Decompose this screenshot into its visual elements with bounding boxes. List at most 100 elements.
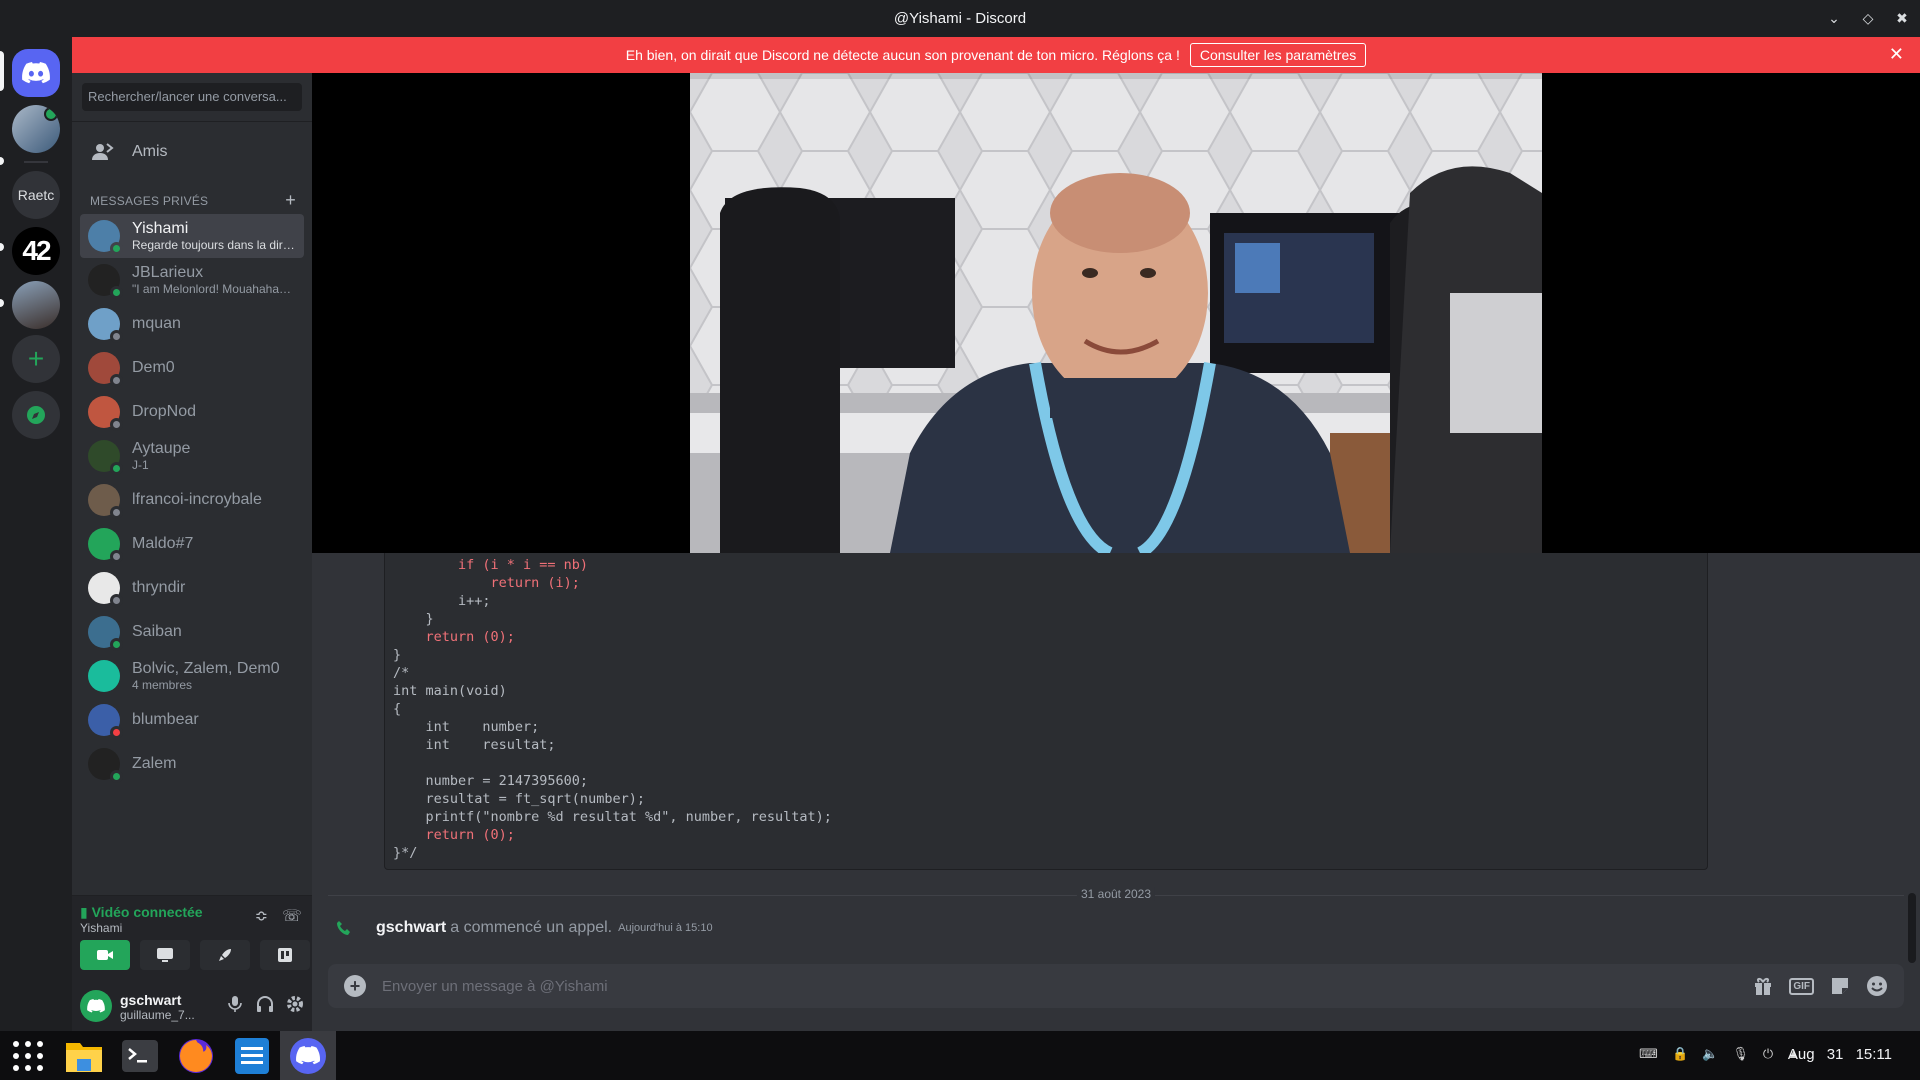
volume-icon[interactable]: 🔈 [1702, 1046, 1718, 1062]
friends-nav-item[interactable]: Amis [80, 131, 304, 173]
dm-name: Dem0 [132, 359, 175, 376]
taskbar-clock[interactable]: Aug 31 15:11 [1788, 1046, 1892, 1063]
new-dm-plus-icon[interactable]: + [285, 190, 296, 211]
friends-label: Amis [132, 143, 168, 160]
dm-item[interactable]: thryndir [80, 566, 304, 610]
notes-app-icon[interactable] [224, 1031, 280, 1080]
firefox-icon[interactable] [168, 1031, 224, 1080]
dm-status-text: 4 membres [132, 678, 193, 692]
gift-icon[interactable] [1753, 976, 1773, 996]
gif-button[interactable]: GIF [1789, 977, 1814, 995]
lock-icon[interactable]: 🔒 [1672, 1046, 1688, 1062]
message-input[interactable]: Envoyer un message à @Yishami [382, 978, 1753, 995]
discord-taskbar-icon[interactable] [280, 1031, 336, 1080]
status-indicator [110, 506, 123, 519]
dm-item[interactable]: JBLarieux "I am Melonlord! Mouahahaha... [80, 258, 304, 302]
dm-avatar [88, 264, 123, 299]
terminal-icon[interactable] [112, 1031, 168, 1080]
noise-suppression-icon[interactable]: ≎ [255, 906, 268, 926]
code-line: { [393, 701, 402, 717]
dm-item[interactable]: Saiban [80, 610, 304, 654]
dm-item[interactable]: DropNod [80, 390, 304, 434]
dm-status-text: J-1 [132, 458, 149, 472]
dm-name: lfrancoi-incroybale [132, 491, 262, 508]
banner-close-icon[interactable]: ✕ [1889, 44, 1904, 65]
composer-tools: GIF [1753, 975, 1888, 997]
dm-list: Yishami Regarde toujours dans la dire... J… [80, 214, 312, 786]
video-call-area[interactable] [312, 73, 1920, 553]
dm-item[interactable]: lfrancoi-incroybale [80, 478, 304, 522]
dm-name: DropNod [132, 403, 197, 420]
voice-channel-name[interactable]: Yishami [80, 921, 122, 935]
headphones-icon[interactable] [256, 995, 274, 1013]
attach-plus-icon[interactable]: + [344, 975, 366, 997]
app-launcher-icon[interactable] [0, 1031, 56, 1080]
window-controls: ⌄ ◇ ✖ [1826, 0, 1910, 37]
search-input[interactable]: Rechercher/lancer une conversa... [82, 83, 302, 111]
dm-avatar [88, 484, 123, 519]
server-raetc[interactable]: Raetc [12, 171, 60, 219]
dm-item[interactable]: Aytaupe J-1 [80, 434, 304, 478]
dm-name: Aytaupe [132, 440, 191, 457]
dm-item[interactable]: mquan [80, 302, 304, 346]
add-server-icon[interactable]: + [12, 335, 60, 383]
mic-warning-banner: Eh bien, on dirait que Discord ne détect… [72, 37, 1920, 73]
date-separator: 31 août 2023 [328, 887, 1904, 901]
screen-share-button[interactable] [140, 940, 190, 970]
explore-icon[interactable] [12, 391, 60, 439]
dm-item[interactable]: Bolvic, Zalem, Dem0 4 membres [80, 654, 304, 698]
dm-avatar [88, 704, 123, 739]
dm-avatar [88, 528, 123, 563]
status-indicator [110, 330, 123, 343]
chat-scrollbar[interactable] [1908, 893, 1916, 963]
user-controls [226, 995, 304, 1013]
code-line: printf("nombre %d resultat %d", number, … [393, 809, 832, 825]
status-indicator [110, 462, 123, 475]
dm-item[interactable]: Zalem [80, 742, 304, 786]
dm-avatar [88, 748, 123, 783]
mic-tray-icon[interactable]: 🎙 [1732, 1046, 1749, 1062]
voice-action-buttons [80, 940, 310, 970]
file-manager-icon[interactable] [56, 1031, 112, 1080]
status-indicator [110, 638, 123, 651]
dm-item[interactable]: Yishami Regarde toujours dans la dire... [80, 214, 304, 258]
power-icon[interactable]: ⏻ [1763, 1046, 1773, 1062]
status-indicator [110, 550, 123, 563]
minimize-icon[interactable]: ⌄ [1826, 10, 1842, 27]
camera-button[interactable] [80, 940, 130, 970]
settings-button[interactable]: Consulter les paramètres [1189, 43, 1367, 67]
discord-home-icon[interactable] [12, 49, 60, 97]
video-badge-icon [44, 107, 58, 121]
server-avatar[interactable] [12, 281, 60, 329]
call-author[interactable]: gschwart [376, 919, 446, 937]
code-block: if (i * i == nb) return (i); i++; } retu… [384, 553, 1708, 870]
dm-item[interactable]: Dem0 [80, 346, 304, 390]
dm-name: Saiban [132, 623, 182, 640]
code-line: } [393, 611, 434, 627]
disconnect-icon[interactable]: ☏ [282, 906, 302, 926]
dm-call-avatar[interactable] [12, 105, 60, 153]
sticker-icon[interactable] [1830, 976, 1850, 996]
code-line: int number; [393, 719, 540, 735]
soundboard-button[interactable] [260, 940, 310, 970]
dm-item[interactable]: Maldo#7 [80, 522, 304, 566]
user-panel: gschwart guillaume_7... [72, 979, 312, 1031]
dm-item[interactable]: blumbear [80, 698, 304, 742]
dm-avatar [88, 572, 123, 607]
dm-text: lfrancoi-incroybale [132, 491, 262, 509]
server-42-logo[interactable]: 42 [12, 227, 60, 275]
settings-gear-icon[interactable] [286, 995, 304, 1013]
soundboard-icon [278, 948, 292, 962]
video-feed[interactable] [690, 73, 1542, 553]
dm-text: JBLarieux "I am Melonlord! Mouahahaha... [132, 264, 297, 296]
emoji-icon[interactable] [1866, 975, 1888, 997]
microphone-icon[interactable] [226, 995, 244, 1013]
maximize-icon[interactable]: ◇ [1860, 10, 1876, 27]
keyboard-icon[interactable]: ⌨ [1639, 1046, 1658, 1062]
activity-button[interactable] [200, 940, 250, 970]
dm-text: Bolvic, Zalem, Dem0 4 membres [132, 660, 297, 692]
user-avatar[interactable] [80, 990, 112, 1022]
status-indicator [110, 770, 123, 783]
call-system-message: gschwart a commencé un appel. Aujourd'hu… [336, 919, 713, 937]
close-window-icon[interactable]: ✖ [1894, 10, 1910, 27]
